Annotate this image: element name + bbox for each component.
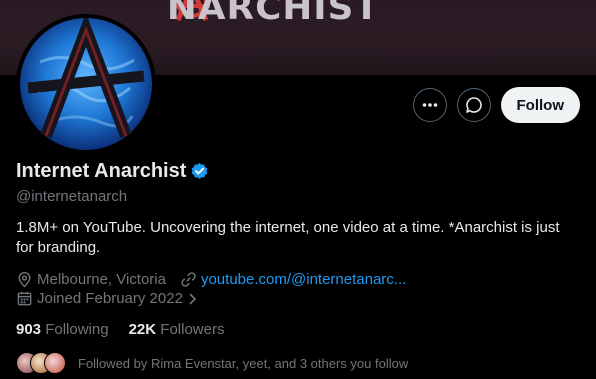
banner-title: NARCHIST (166, 0, 380, 28)
avatar[interactable] (16, 14, 156, 154)
link-icon (181, 272, 196, 287)
website[interactable]: youtube.com/@internetanarc... (180, 271, 406, 288)
more-icon (422, 103, 437, 107)
chevron-right-icon (189, 292, 197, 305)
website-link[interactable]: youtube.com/@internetanarc... (201, 271, 406, 288)
avatar-image (20, 18, 152, 150)
calendar-icon (17, 291, 32, 306)
profile-meta-joined: Joined February 2022 (16, 290, 213, 307)
followers-stat[interactable]: 22K Followers (129, 321, 225, 338)
display-name: Internet Anarchist (16, 160, 187, 182)
location-text: Melbourne, Victoria (37, 271, 166, 288)
joined-date[interactable]: Joined February 2022 (16, 290, 199, 307)
profile-meta: Melbourne, Victoria youtube.com/@interne… (16, 271, 420, 288)
more-button[interactable] (412, 88, 447, 122)
following-stat[interactable]: 903 Following (16, 321, 109, 338)
bio: 1.8M+ on YouTube. Uncovering the interne… (16, 219, 560, 256)
username: @internetanarch (16, 188, 128, 205)
followers-you-know-avatars (16, 352, 66, 374)
profile-actions: Follow (412, 87, 580, 123)
message-icon (465, 97, 482, 113)
message-button[interactable] (456, 88, 491, 122)
location-icon (18, 271, 31, 288)
following-count: 903 (16, 321, 42, 338)
verified-icon (192, 162, 208, 179)
followed-by-text: Followed by Rima Evenstar, yeet, and 3 o… (78, 355, 409, 371)
name-row: Internet Anarchist (16, 160, 209, 183)
follow-button[interactable]: Follow (500, 87, 580, 123)
following-label: Following (45, 321, 109, 338)
followers-count: 22K (128, 321, 157, 338)
followers-label: Followers (160, 321, 225, 338)
joined-text: Joined February 2022 (37, 290, 183, 307)
location: Melbourne, Victoria (16, 271, 166, 288)
follow-stats: 903 Following 22K Followers (16, 321, 224, 338)
avatar (44, 352, 66, 374)
followed-by[interactable]: Followed by Rima Evenstar, yeet, and 3 o… (16, 352, 408, 374)
